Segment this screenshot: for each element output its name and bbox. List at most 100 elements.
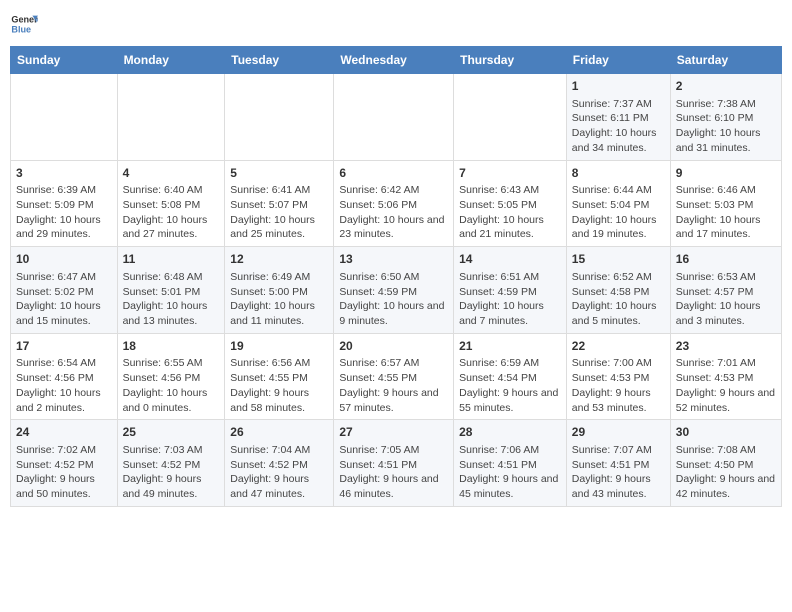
day-number: 2 bbox=[676, 78, 776, 95]
day-number: 22 bbox=[572, 338, 665, 355]
day-info: Sunrise: 6:49 AMSunset: 5:00 PMDaylight:… bbox=[230, 270, 328, 329]
calendar-cell: 22Sunrise: 7:00 AMSunset: 4:53 PMDayligh… bbox=[566, 333, 670, 420]
day-number: 24 bbox=[16, 424, 112, 441]
calendar-cell: 17Sunrise: 6:54 AMSunset: 4:56 PMDayligh… bbox=[11, 333, 118, 420]
day-number: 10 bbox=[16, 251, 112, 268]
day-number: 20 bbox=[339, 338, 448, 355]
logo: General Blue bbox=[10, 10, 38, 38]
day-info: Sunrise: 7:01 AMSunset: 4:53 PMDaylight:… bbox=[676, 356, 776, 415]
calendar-cell: 4Sunrise: 6:40 AMSunset: 5:08 PMDaylight… bbox=[117, 160, 225, 247]
calendar-cell: 28 Sunrise: 7:06 AMSunset: 4:51 PMDayligh… bbox=[454, 420, 567, 507]
day-info: Sunrise: 6:46 AMSunset: 5:03 PMDaylight:… bbox=[676, 183, 776, 242]
day-number: 13 bbox=[339, 251, 448, 268]
day-info: Sunrise: 6:44 AMSunset: 5:04 PMDaylight:… bbox=[572, 183, 665, 242]
day-info: Sunrise: 6:47 AMSunset: 5:02 PMDaylight:… bbox=[16, 270, 112, 329]
header-cell-monday: Monday bbox=[117, 47, 225, 74]
header-cell-saturday: Saturday bbox=[670, 47, 781, 74]
calendar-cell bbox=[225, 74, 334, 161]
calendar-cell: 25 Sunrise: 7:03 AMSunset: 4:52 PMDayligh… bbox=[117, 420, 225, 507]
day-number: 7 bbox=[459, 165, 561, 182]
calendar-cell: 3Sunrise: 6:39 AMSunset: 5:09 PMDaylight… bbox=[11, 160, 118, 247]
day-number: 27 bbox=[339, 424, 448, 441]
calendar-header-row: SundayMondayTuesdayWednesdayThursdayFrid… bbox=[11, 47, 782, 74]
calendar-cell: 29 Sunrise: 7:07 AMSunset: 4:51 PMDayligh… bbox=[566, 420, 670, 507]
calendar-cell: 19Sunrise: 6:56 AMSunset: 4:55 PMDayligh… bbox=[225, 333, 334, 420]
day-number: 11 bbox=[123, 251, 220, 268]
day-info: Sunrise: 6:41 AMSunset: 5:07 PMDaylight:… bbox=[230, 183, 328, 242]
calendar-cell: 9Sunrise: 6:46 AMSunset: 5:03 PMDaylight… bbox=[670, 160, 781, 247]
header-cell-thursday: Thursday bbox=[454, 47, 567, 74]
day-info: Sunrise: 7:06 AMSunset: 4:51 PMDaylight:… bbox=[459, 443, 561, 502]
week-row-1: 1Sunrise: 7:37 AMSunset: 6:11 PMDaylight… bbox=[11, 74, 782, 161]
day-info: Sunrise: 7:00 AMSunset: 4:53 PMDaylight:… bbox=[572, 356, 665, 415]
calendar-cell: 21Sunrise: 6:59 AMSunset: 4:54 PMDayligh… bbox=[454, 333, 567, 420]
calendar-cell: 7Sunrise: 6:43 AMSunset: 5:05 PMDaylight… bbox=[454, 160, 567, 247]
day-info: Sunrise: 6:43 AMSunset: 5:05 PMDaylight:… bbox=[459, 183, 561, 242]
calendar-cell bbox=[117, 74, 225, 161]
svg-text:Blue: Blue bbox=[11, 24, 31, 34]
header-cell-wednesday: Wednesday bbox=[334, 47, 454, 74]
calendar-cell: 6Sunrise: 6:42 AMSunset: 5:06 PMDaylight… bbox=[334, 160, 454, 247]
calendar-cell bbox=[11, 74, 118, 161]
calendar-cell: 8Sunrise: 6:44 AMSunset: 5:04 PMDaylight… bbox=[566, 160, 670, 247]
day-number: 28 bbox=[459, 424, 561, 441]
day-info: Sunrise: 6:55 AMSunset: 4:56 PMDaylight:… bbox=[123, 356, 220, 415]
calendar-cell: 15 Sunrise: 6:52 AMSunset: 4:58 PMDayligh… bbox=[566, 247, 670, 334]
day-info: Sunrise: 6:51 AMSunset: 4:59 PMDaylight:… bbox=[459, 270, 561, 329]
week-row-4: 17Sunrise: 6:54 AMSunset: 4:56 PMDayligh… bbox=[11, 333, 782, 420]
day-number: 8 bbox=[572, 165, 665, 182]
day-info: Sunrise: 6:54 AMSunset: 4:56 PMDaylight:… bbox=[16, 356, 112, 415]
calendar-cell: 23Sunrise: 7:01 AMSunset: 4:53 PMDayligh… bbox=[670, 333, 781, 420]
calendar-cell: 12 Sunrise: 6:49 AMSunset: 5:00 PMDayligh… bbox=[225, 247, 334, 334]
day-info: Sunrise: 6:57 AMSunset: 4:55 PMDaylight:… bbox=[339, 356, 448, 415]
calendar-body: 1Sunrise: 7:37 AMSunset: 6:11 PMDaylight… bbox=[11, 74, 782, 507]
day-number: 26 bbox=[230, 424, 328, 441]
day-info: Sunrise: 6:56 AMSunset: 4:55 PMDaylight:… bbox=[230, 356, 328, 415]
day-number: 29 bbox=[572, 424, 665, 441]
day-number: 16 bbox=[676, 251, 776, 268]
calendar-cell: 26 Sunrise: 7:04 AMSunset: 4:52 PMDayligh… bbox=[225, 420, 334, 507]
day-number: 14 bbox=[459, 251, 561, 268]
header-cell-friday: Friday bbox=[566, 47, 670, 74]
calendar-cell: 30Sunrise: 7:08 AMSunset: 4:50 PMDayligh… bbox=[670, 420, 781, 507]
day-number: 15 bbox=[572, 251, 665, 268]
week-row-2: 3Sunrise: 6:39 AMSunset: 5:09 PMDaylight… bbox=[11, 160, 782, 247]
day-number: 17 bbox=[16, 338, 112, 355]
day-info: Sunrise: 7:05 AMSunset: 4:51 PMDaylight:… bbox=[339, 443, 448, 502]
calendar-cell bbox=[454, 74, 567, 161]
calendar-cell: 13 Sunrise: 6:50 AMSunset: 4:59 PMDayligh… bbox=[334, 247, 454, 334]
calendar-cell: 16 Sunrise: 6:53 AMSunset: 4:57 PMDayligh… bbox=[670, 247, 781, 334]
day-info: Sunrise: 6:50 AMSunset: 4:59 PMDaylight:… bbox=[339, 270, 448, 329]
day-number: 4 bbox=[123, 165, 220, 182]
calendar-cell: 18Sunrise: 6:55 AMSunset: 4:56 PMDayligh… bbox=[117, 333, 225, 420]
day-info: Sunrise: 6:40 AMSunset: 5:08 PMDaylight:… bbox=[123, 183, 220, 242]
day-info: Sunrise: 7:04 AMSunset: 4:52 PMDaylight:… bbox=[230, 443, 328, 502]
day-info: Sunrise: 6:39 AMSunset: 5:09 PMDaylight:… bbox=[16, 183, 112, 242]
calendar-cell: 14 Sunrise: 6:51 AMSunset: 4:59 PMDayligh… bbox=[454, 247, 567, 334]
calendar-cell: 5Sunrise: 6:41 AMSunset: 5:07 PMDaylight… bbox=[225, 160, 334, 247]
calendar-cell: 20Sunrise: 6:57 AMSunset: 4:55 PMDayligh… bbox=[334, 333, 454, 420]
calendar-cell: 2 Sunrise: 7:38 AMSunset: 6:10 PMDaylight… bbox=[670, 74, 781, 161]
day-info: Sunrise: 6:53 AMSunset: 4:57 PMDaylight:… bbox=[676, 270, 776, 329]
day-info: Sunrise: 6:42 AMSunset: 5:06 PMDaylight:… bbox=[339, 183, 448, 242]
calendar-cell: 11 Sunrise: 6:48 AMSunset: 5:01 PMDayligh… bbox=[117, 247, 225, 334]
week-row-5: 24Sunrise: 7:02 AMSunset: 4:52 PMDayligh… bbox=[11, 420, 782, 507]
day-number: 23 bbox=[676, 338, 776, 355]
calendar-cell bbox=[334, 74, 454, 161]
day-info: Sunrise: 6:48 AMSunset: 5:01 PMDaylight:… bbox=[123, 270, 220, 329]
day-number: 25 bbox=[123, 424, 220, 441]
day-number: 12 bbox=[230, 251, 328, 268]
day-info: Sunrise: 6:59 AMSunset: 4:54 PMDaylight:… bbox=[459, 356, 561, 415]
day-number: 3 bbox=[16, 165, 112, 182]
day-info: Sunrise: 6:52 AMSunset: 4:58 PMDaylight:… bbox=[572, 270, 665, 329]
day-number: 6 bbox=[339, 165, 448, 182]
day-info: Sunrise: 7:38 AMSunset: 6:10 PMDaylight:… bbox=[676, 97, 776, 156]
day-number: 1 bbox=[572, 78, 665, 95]
day-info: Sunrise: 7:03 AMSunset: 4:52 PMDaylight:… bbox=[123, 443, 220, 502]
day-number: 18 bbox=[123, 338, 220, 355]
day-number: 19 bbox=[230, 338, 328, 355]
calendar-cell: 27 Sunrise: 7:05 AMSunset: 4:51 PMDayligh… bbox=[334, 420, 454, 507]
day-number: 30 bbox=[676, 424, 776, 441]
header-cell-tuesday: Tuesday bbox=[225, 47, 334, 74]
day-info: Sunrise: 7:07 AMSunset: 4:51 PMDaylight:… bbox=[572, 443, 665, 502]
